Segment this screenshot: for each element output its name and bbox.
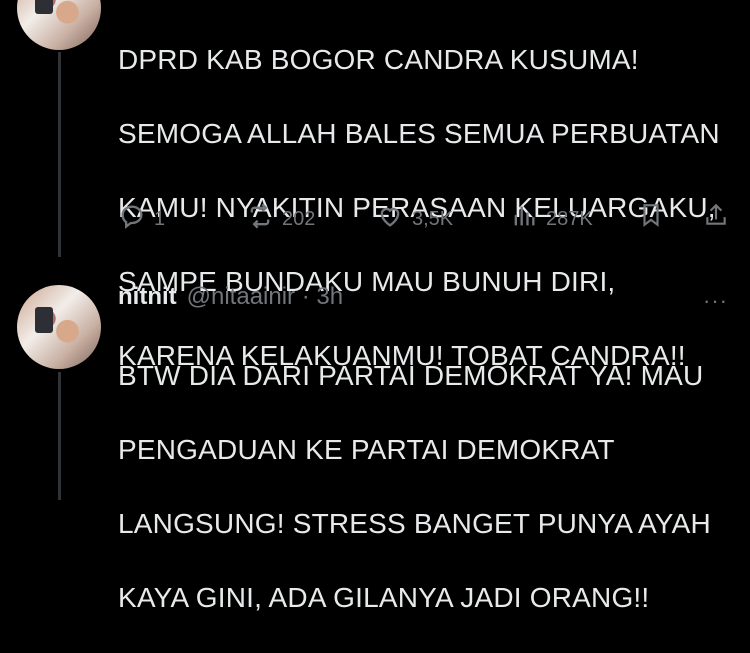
retweet-count: 202: [282, 207, 316, 230]
avatar[interactable]: [17, 285, 101, 369]
tweet-line: KAYA GINI, ADA GILANYA JADI ORANG!!: [118, 582, 650, 613]
handle-and-time[interactable]: @nitaainir · 3h: [187, 283, 343, 311]
bookmark-button[interactable]: [638, 202, 664, 234]
like-button[interactable]: 3,5K: [376, 202, 453, 236]
views-count: 287K: [546, 207, 593, 230]
tweet-line: BTW DIA DARI PARTAI DEMOKRAT YA! MAU: [118, 360, 704, 391]
retweet-icon: [246, 202, 274, 236]
reply-button[interactable]: 1: [118, 202, 165, 236]
tweet-header: nitnit @nitaainir · 3h: [118, 283, 343, 311]
thread-line: [58, 372, 61, 500]
more-icon[interactable]: ···: [703, 288, 728, 314]
retweet-button[interactable]: 202: [246, 202, 315, 236]
like-count: 3,5K: [412, 207, 454, 230]
thread-line: [58, 52, 61, 257]
share-icon: [703, 202, 729, 234]
share-button[interactable]: [703, 202, 729, 234]
reply-count: 1: [154, 207, 166, 230]
tweet-actions: 1 202 3,5K 287K: [118, 202, 733, 242]
reply-icon: [118, 202, 146, 236]
tweet-line: DPRD KAB BOGOR CANDRA KUSUMA!: [118, 44, 639, 75]
tweet-text: BTW DIA DARI PARTAI DEMOKRAT YA! MAU PEN…: [118, 320, 728, 653]
avatar[interactable]: [17, 0, 101, 50]
display-name[interactable]: nitnit: [118, 283, 177, 311]
views-icon: [510, 202, 538, 236]
tweet-line: LANGSUNG! STRESS BANGET PUNYA AYAH: [118, 508, 711, 539]
like-icon: [376, 202, 404, 236]
bookmark-icon: [638, 202, 664, 234]
tweet-line: SEMOGA ALLAH BALES SEMUA PERBUATAN: [118, 118, 720, 149]
tweet-line: PENGADUAN KE PARTAI DEMOKRAT: [118, 434, 615, 465]
views-button[interactable]: 287K: [510, 202, 593, 236]
